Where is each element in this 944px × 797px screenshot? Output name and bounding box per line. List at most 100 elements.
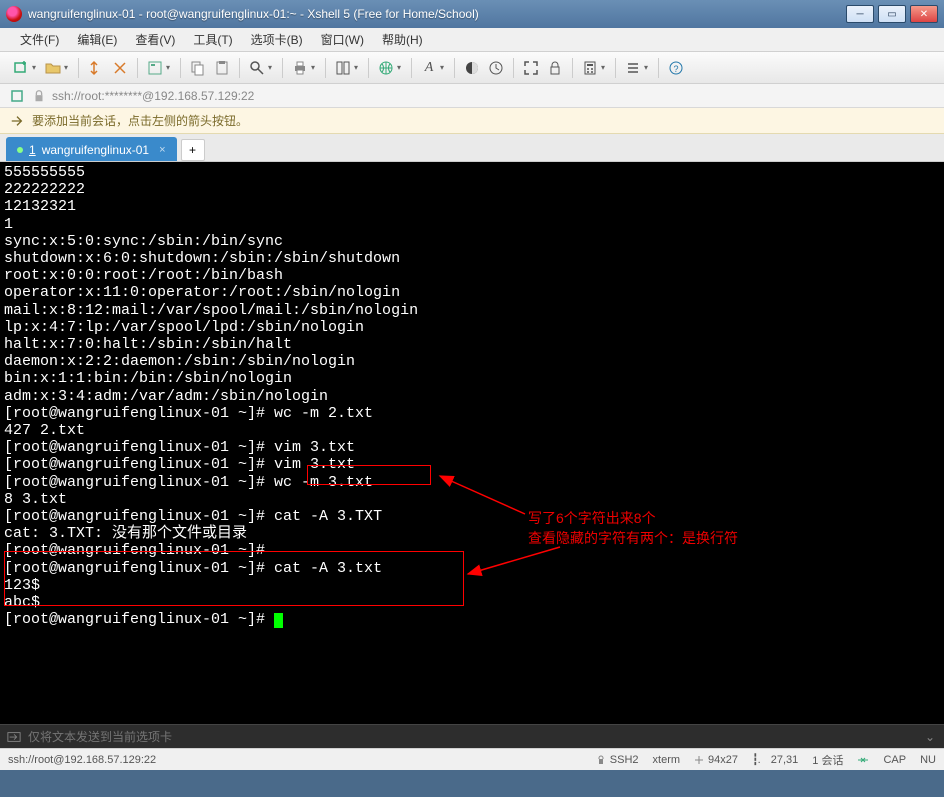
open-icon[interactable] (42, 57, 64, 79)
tab-index: 1 (29, 143, 36, 157)
session-tab[interactable]: 1 wangruifenglinux-01 × (6, 137, 177, 161)
status-cap: CAP (883, 754, 906, 766)
menu-bar: 文件(F) 编辑(E) 查看(V) 工具(T) 选项卡(B) 窗口(W) 帮助(… (0, 28, 944, 52)
session-tabs: 1 wangruifenglinux-01 × + (0, 134, 944, 162)
compose-bar: ⌄ (0, 724, 944, 748)
menu-tabs[interactable]: 选项卡(B) (243, 29, 311, 50)
menu-tools[interactable]: 工具(T) (185, 29, 240, 50)
maximize-button[interactable]: ▭ (878, 5, 906, 23)
cursor-icon (274, 613, 283, 628)
print-icon[interactable] (289, 57, 311, 79)
new-tab-button[interactable]: + (181, 139, 205, 161)
terminal-line: 555555555 (4, 164, 940, 181)
tab-label: wangruifenglinux-01 (42, 143, 149, 157)
menu-view[interactable]: 查看(V) (127, 29, 183, 50)
find-icon[interactable] (246, 57, 268, 79)
disconnect-icon[interactable] (109, 57, 131, 79)
dropdown-icon[interactable]: ▾ (440, 63, 448, 72)
toolbar: ▾ ▾ ▾ ▾ ▾ ▾ ▾ A ▾ ▾ ▾ ? (0, 52, 944, 84)
terminal-line: lp:x:4:7:lp:/var/spool/lpd:/sbin/nologin (4, 319, 940, 336)
info-strip: 要添加当前会话，点击左侧的箭头按钮。 (0, 108, 944, 134)
terminal-line: daemon:x:2:2:daemon:/sbin:/sbin/nologin (4, 353, 940, 370)
terminal-line: 12132321 (4, 198, 940, 215)
terminal-line: [root@wangruifenglinux-01 ~]# (4, 542, 940, 559)
dropdown-icon[interactable]: ▾ (32, 63, 40, 72)
terminal-line: 1 (4, 216, 940, 233)
window-title: wangruifenglinux-01 - root@wangruifengli… (28, 7, 846, 21)
menu-edit[interactable]: 编辑(E) (69, 29, 125, 50)
terminal-line: 8 3.txt (4, 491, 940, 508)
status-dot-icon (17, 147, 23, 153)
menu-help[interactable]: 帮助(H) (374, 29, 431, 50)
terminal-line: mail:x:8:12:mail:/var/spool/mail:/sbin/n… (4, 302, 940, 319)
help-icon[interactable]: ? (665, 57, 687, 79)
terminal-line: abc$ (4, 594, 940, 611)
tab-close-icon[interactable]: × (155, 144, 165, 156)
terminal-line: shutdown:x:6:0:shutdown:/sbin:/sbin/shut… (4, 250, 940, 267)
globe-icon[interactable] (375, 57, 397, 79)
status-ssh: SSH2 (596, 754, 639, 766)
dropdown-icon[interactable]: ▾ (397, 63, 405, 72)
dropdown-icon[interactable]: ▾ (601, 63, 609, 72)
status-pos: ┇. 27,31 (752, 753, 798, 766)
terminal-line: [root@wangruifenglinux-01 ~]# vim 3.txt (4, 439, 940, 456)
terminal-line: sync:x:5:0:sync:/sbin:/bin/sync (4, 233, 940, 250)
send-to-icon[interactable] (6, 729, 22, 745)
dropdown-icon[interactable]: ▾ (268, 63, 276, 72)
terminal-line: [root@wangruifenglinux-01 ~]# wc -m 2.tx… (4, 405, 940, 422)
terminal-line: halt:x:7:0:halt:/sbin:/sbin/halt (4, 336, 940, 353)
dropdown-icon[interactable]: ▾ (64, 63, 72, 72)
menu-window[interactable]: 窗口(W) (313, 29, 372, 50)
window-controls: ─ ▭ ✕ (846, 5, 938, 23)
app-icon (6, 6, 22, 22)
address-url[interactable]: ssh://root:********@192.168.57.129:22 (52, 89, 254, 103)
info-text: 要添加当前会话，点击左侧的箭头按钮。 (32, 112, 248, 129)
add-session-icon[interactable] (10, 88, 26, 104)
layout-icon[interactable] (332, 57, 354, 79)
fullscreen-icon[interactable] (520, 57, 542, 79)
title-bar: wangruifenglinux-01 - root@wangruifengli… (0, 0, 944, 28)
terminal-line: 222222222 (4, 181, 940, 198)
status-size: 94x27 (694, 754, 738, 766)
status-num: NU (920, 754, 936, 766)
annotation-text: 写了6个字符出来8个 查看隐藏的字符有两个：是换行符 (528, 508, 738, 548)
svg-text:?: ? (673, 64, 678, 74)
terminal-line: bin:x:1:1:bin:/bin:/sbin/nologin (4, 370, 940, 387)
address-bar: ssh://root:********@192.168.57.129:22 (0, 84, 944, 108)
color-scheme-icon[interactable] (461, 57, 483, 79)
paste-icon[interactable] (211, 57, 233, 79)
close-button[interactable]: ✕ (910, 5, 938, 23)
status-sessions: 1 会话 (812, 752, 843, 768)
terminal-line: root:x:0:0:root:/root:/bin/bash (4, 267, 940, 284)
terminal-line: [root@wangruifenglinux-01 ~]# (4, 611, 940, 628)
terminal-line: [root@wangruifenglinux-01 ~]# vim 3.txt (4, 456, 940, 473)
status-connected-icon (857, 755, 869, 765)
lock-icon (32, 89, 46, 103)
reconnect-icon[interactable] (85, 57, 107, 79)
terminal-line: operator:x:11:0:operator:/root:/sbin/nol… (4, 284, 940, 301)
dropdown-icon[interactable]: ▾ (166, 63, 174, 72)
compose-input[interactable] (28, 730, 916, 744)
arrow-icon[interactable] (10, 114, 24, 128)
copy-icon[interactable] (187, 57, 209, 79)
terminal-line: [root@wangruifenglinux-01 ~]# cat -A 3.T… (4, 508, 940, 525)
lock-icon[interactable] (544, 57, 566, 79)
menu-file[interactable]: 文件(F) (12, 29, 67, 50)
dropdown-icon[interactable]: ▾ (644, 63, 652, 72)
minimize-button[interactable]: ─ (846, 5, 874, 23)
status-term: xterm (653, 754, 681, 766)
calculator-icon[interactable] (579, 57, 601, 79)
terminal-line: 123$ (4, 577, 940, 594)
dropdown-icon[interactable]: ▾ (311, 63, 319, 72)
new-session-icon[interactable] (10, 57, 32, 79)
dropdown-icon[interactable]: ▾ (354, 63, 362, 72)
history-icon[interactable] (485, 57, 507, 79)
list-icon[interactable] (622, 57, 644, 79)
terminal-line: cat: 3.TXT: 没有那个文件或目录 (4, 525, 940, 542)
status-connection: ssh://root@192.168.57.129:22 (8, 754, 156, 766)
terminal-line: [root@wangruifenglinux-01 ~]# cat -A 3.t… (4, 560, 940, 577)
font-icon[interactable]: A (418, 57, 440, 79)
properties-icon[interactable] (144, 57, 166, 79)
terminal[interactable]: 555555555 222222222 12132321 1 sync:x:5:… (0, 162, 944, 724)
toggle-icon[interactable]: ⌄ (922, 729, 938, 745)
